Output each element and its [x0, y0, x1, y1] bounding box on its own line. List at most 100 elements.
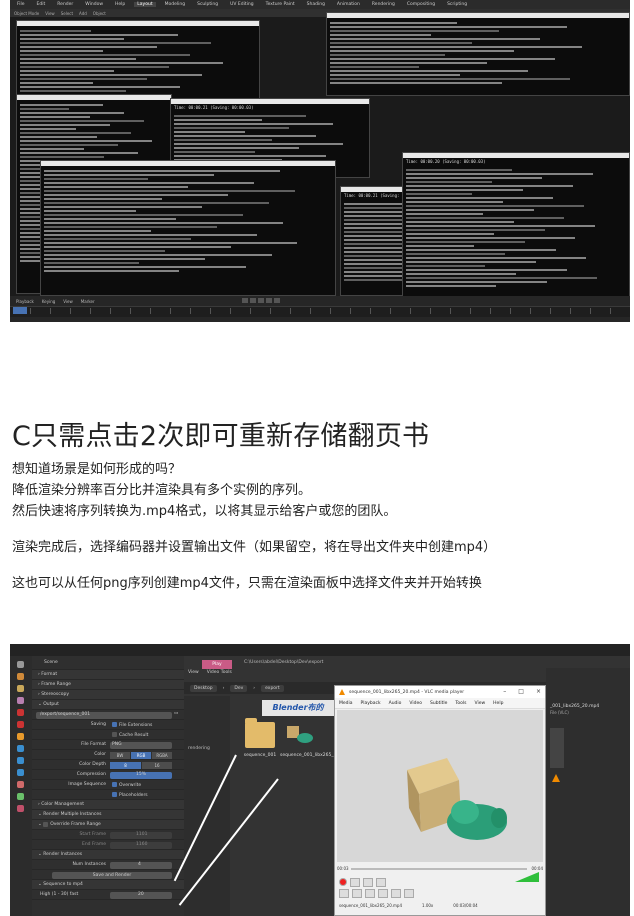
tab-compositing[interactable]: Compositing [404, 2, 438, 7]
vlc-menu-tools[interactable]: Tools [455, 701, 466, 706]
timeline-view[interactable]: View [63, 299, 73, 304]
seek-track[interactable] [351, 868, 527, 870]
stereoscopy-section[interactable]: › Stereoscopy [32, 690, 184, 700]
tab-rendering[interactable]: Rendering [369, 2, 398, 7]
close-icon[interactable]: × [536, 688, 541, 695]
terminal-window[interactable] [16, 20, 260, 100]
record-icon[interactable] [339, 878, 347, 886]
breadcrumb-item[interactable]: Dev [230, 684, 248, 692]
view-layer-icon[interactable] [17, 697, 24, 704]
vlc-video-area[interactable] [337, 710, 543, 862]
menu-add[interactable]: Add [79, 11, 87, 16]
cache-result-checkbox[interactable]: Cache Result [112, 732, 148, 738]
jump-start-icon[interactable] [242, 298, 248, 303]
tab-scripting[interactable]: Scripting [444, 2, 470, 7]
tab-view[interactable]: View [188, 670, 199, 675]
output-section[interactable]: ⌄ Output [32, 700, 184, 710]
override-frame-range-section[interactable]: ⌄ Override Frame Range [32, 820, 184, 830]
checkbox-unchecked-icon[interactable] [43, 822, 49, 827]
vlc-menu-video[interactable]: Video [409, 701, 422, 706]
maximize-icon[interactable]: □ [518, 688, 524, 695]
scene-icon[interactable] [17, 709, 24, 716]
pause-icon[interactable] [339, 889, 349, 898]
minimize-icon[interactable]: – [503, 688, 506, 695]
vlc-menu-help[interactable]: Help [493, 701, 503, 706]
frame-range-section[interactable]: › Frame Range [32, 680, 184, 690]
overwrite-checkbox[interactable]: Overwrite [112, 782, 141, 788]
prev-key-icon[interactable] [250, 298, 256, 303]
current-frame-indicator[interactable] [13, 307, 27, 314]
volume-slider[interactable] [515, 872, 539, 882]
breadcrumb-item[interactable]: Desktop [190, 684, 217, 692]
terminal-window[interactable]: Time: 00:00.20 (Saving: 00:00.03) [402, 152, 630, 302]
sequence-to-mp4-section[interactable]: ⌄ Sequence to mp4 [32, 880, 184, 890]
timeline-playback[interactable]: Playback [16, 299, 34, 304]
tab-animation[interactable]: Animation [334, 2, 363, 7]
timeline-keying[interactable]: Keying [42, 299, 55, 304]
color-rgb-option[interactable]: RGB [131, 751, 151, 759]
modifier-icon[interactable] [17, 745, 24, 752]
mode-select[interactable]: Object Mode [14, 11, 39, 16]
output-icon[interactable] [17, 685, 24, 692]
next-icon[interactable] [378, 889, 388, 898]
color-bw-option[interactable]: BW [110, 751, 130, 759]
terminal-window[interactable] [40, 160, 336, 296]
sidebar-item-rendering[interactable]: rendering [184, 696, 230, 751]
render-multiple-section[interactable]: ⌄ Render Multiple Instances [32, 810, 184, 820]
vlc-menu-subtitle[interactable]: Subtitle [430, 701, 447, 706]
menu-window[interactable]: Window [82, 2, 106, 7]
tab-uv-editing[interactable]: UV Editing [227, 2, 256, 7]
menu-edit[interactable]: Edit [34, 2, 49, 7]
playlist-icon[interactable] [404, 889, 414, 898]
menu-select[interactable]: Select [61, 11, 73, 16]
material-icon[interactable] [17, 805, 24, 812]
tool-icon[interactable] [17, 661, 24, 668]
tab-sculpting[interactable]: Sculpting [194, 2, 221, 7]
snapshot-icon[interactable] [350, 878, 360, 887]
folder-icon[interactable]: ▭ [174, 711, 178, 716]
menu-view[interactable]: View [45, 11, 55, 16]
tab-modeling[interactable]: Modeling [162, 2, 188, 7]
render-instances-section[interactable]: ⌄ Render Instances [32, 850, 184, 860]
color-rgba-option[interactable]: RGBA [152, 751, 172, 759]
vlc-menu-audio[interactable]: Audio [389, 701, 402, 706]
color-depth-8-option[interactable]: 8 [110, 761, 141, 769]
frame-step-icon[interactable] [376, 878, 386, 887]
vlc-menu-view[interactable]: View [474, 701, 485, 706]
fullscreen-icon[interactable] [391, 889, 401, 898]
num-instances-input[interactable] [110, 861, 172, 869]
timeline-marker[interactable]: Marker [81, 299, 95, 304]
format-section[interactable]: › Format [32, 670, 184, 680]
data-icon[interactable] [17, 793, 24, 800]
stop-icon[interactable] [365, 889, 375, 898]
color-depth-16-option[interactable]: 16 [142, 761, 172, 769]
file-extensions-checkbox[interactable]: File Extensions [112, 722, 152, 728]
vlc-menu-media[interactable]: Media [339, 701, 353, 706]
menu-object[interactable]: Object [93, 11, 106, 16]
tab-texture-paint[interactable]: Texture Paint [263, 2, 298, 7]
physics-icon[interactable] [17, 769, 24, 776]
vlc-menu-playback[interactable]: Playback [361, 701, 381, 706]
menu-file[interactable]: File [14, 2, 28, 7]
world-icon[interactable] [17, 721, 24, 728]
tab-shading[interactable]: Shading [304, 2, 328, 7]
save-and-render-button[interactable]: Save and Render [52, 871, 172, 879]
terminal-window[interactable] [326, 12, 630, 96]
loop-icon[interactable] [363, 878, 373, 887]
placeholders-checkbox[interactable]: Placeholders [112, 792, 148, 798]
color-management-section[interactable]: › Color Management [32, 800, 184, 810]
menu-help[interactable]: Help [112, 2, 128, 7]
menu-render[interactable]: Render [54, 2, 76, 7]
vlc-seek-bar[interactable]: 00:03 00:04 [337, 864, 543, 874]
previous-icon[interactable] [352, 889, 362, 898]
render-icon[interactable] [17, 673, 24, 680]
breadcrumb-item[interactable]: export [261, 684, 284, 692]
play-icon[interactable] [258, 298, 264, 303]
particles-icon[interactable] [17, 757, 24, 764]
object-icon[interactable] [17, 733, 24, 740]
tab-video-tools[interactable]: Video Tools [207, 670, 232, 675]
jump-end-icon[interactable] [274, 298, 280, 303]
next-key-icon[interactable] [266, 298, 272, 303]
constraint-icon[interactable] [17, 781, 24, 788]
tab-layout[interactable]: Layout [134, 2, 156, 7]
